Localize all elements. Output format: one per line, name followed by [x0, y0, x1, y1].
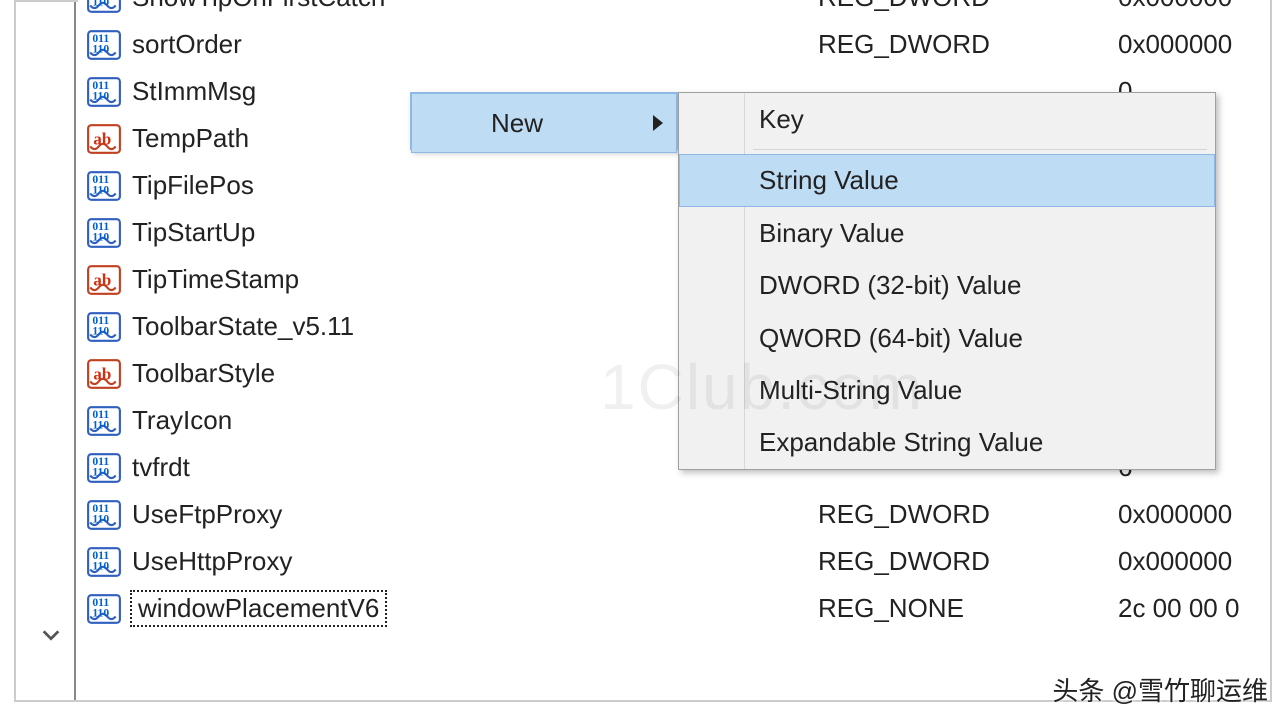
menu-item-string-value[interactable]: String Value — [679, 154, 1215, 206]
value-name: TrayIcon — [132, 405, 232, 436]
source-caption: 头条 @雪竹聊运维 — [1052, 671, 1268, 708]
value-name: TipFilePos — [132, 170, 254, 201]
menu-item-qword-64-bit-value[interactable]: QWORD (64-bit) Value — [679, 312, 1215, 364]
menu-item-label: Key — [759, 104, 804, 134]
value-data: 2c 00 00 0 — [1118, 593, 1270, 624]
registry-value-row[interactable]: UseFtpProxy REG_DWORD0x000000 — [78, 491, 1270, 538]
value-name: TempPath — [132, 123, 249, 154]
reg-dword-icon — [86, 215, 122, 251]
menu-item-dword-32-bit-value[interactable]: DWORD (32-bit) Value — [679, 259, 1215, 311]
menu-item-label: String Value — [759, 165, 899, 195]
value-data: 0x000000 — [1118, 0, 1270, 13]
reg-sz-icon — [86, 121, 122, 157]
menu-separator — [753, 149, 1207, 150]
context-menu-new[interactable]: New — [410, 92, 678, 150]
value-type: REG_DWORD — [818, 499, 1118, 530]
value-data: 0x000000 — [1118, 546, 1270, 577]
menu-item-key[interactable]: Key — [679, 93, 1215, 145]
value-name: windowPlacementV6 — [130, 590, 387, 627]
value-name: TipTimeStamp — [132, 264, 299, 295]
menu-item-multi-string-value[interactable]: Multi-String Value — [679, 364, 1215, 416]
chevron-down-icon[interactable] — [40, 624, 62, 646]
value-name: TipStartUp — [132, 217, 255, 248]
value-type: REG_NONE — [818, 593, 1118, 624]
reg-dword-icon — [86, 168, 122, 204]
registry-value-row[interactable]: windowPlacementV6 REG_NONE2c 00 00 0 — [78, 585, 1270, 632]
menu-item-label: Expandable String Value — [759, 427, 1043, 457]
reg-dword-icon — [86, 74, 122, 110]
tree-column — [16, 2, 76, 700]
value-type: REG_DWORD — [818, 0, 1118, 13]
menu-item-label: Multi-String Value — [759, 375, 962, 405]
registry-value-row[interactable]: ShowTipOnFirstCatch REG_DWORD0x000000 — [78, 0, 1270, 21]
value-data: 0x000000 — [1118, 499, 1270, 530]
value-name: StImmMsg — [132, 76, 256, 107]
registry-value-row[interactable]: UseHttpProxy REG_DWORD0x000000 — [78, 538, 1270, 585]
value-name: UseFtpProxy — [132, 499, 282, 530]
value-name: ToolbarStyle — [132, 358, 275, 389]
menu-item-binary-value[interactable]: Binary Value — [679, 207, 1215, 259]
reg-dword-icon — [86, 544, 122, 580]
submenu-arrow-icon — [653, 115, 663, 131]
reg-dword-icon — [86, 403, 122, 439]
reg-sz-icon — [86, 356, 122, 392]
reg-sz-icon — [86, 262, 122, 298]
value-name: ShowTipOnFirstCatch — [132, 0, 385, 13]
value-name: sortOrder — [132, 29, 242, 60]
context-submenu-new[interactable]: Key String Value Binary Value DWORD (32-bit… — [678, 92, 1216, 470]
reg-dword-icon — [86, 450, 122, 486]
reg-dword-icon — [86, 591, 122, 627]
menu-item-label: New — [491, 108, 543, 138]
value-type: REG_DWORD — [818, 29, 1118, 60]
value-name: tvfrdt — [132, 452, 190, 483]
menu-item-label: DWORD (32-bit) Value — [759, 270, 1021, 300]
menu-item-label: Binary Value — [759, 218, 905, 248]
menu-item-label: QWORD (64-bit) Value — [759, 323, 1023, 353]
registry-value-row[interactable]: sortOrder REG_DWORD0x000000 — [78, 21, 1270, 68]
value-name: UseHttpProxy — [132, 546, 292, 577]
menu-item-new[interactable]: New — [411, 93, 677, 153]
value-name: ToolbarState_v5.11 — [132, 311, 354, 342]
reg-dword-icon — [86, 27, 122, 63]
reg-dword-icon — [86, 0, 122, 16]
menu-item-expandable-string-value[interactable]: Expandable String Value — [679, 416, 1215, 468]
reg-dword-icon — [86, 497, 122, 533]
reg-dword-icon — [86, 309, 122, 345]
value-type: REG_DWORD — [818, 546, 1118, 577]
value-data: 0x000000 — [1118, 29, 1270, 60]
